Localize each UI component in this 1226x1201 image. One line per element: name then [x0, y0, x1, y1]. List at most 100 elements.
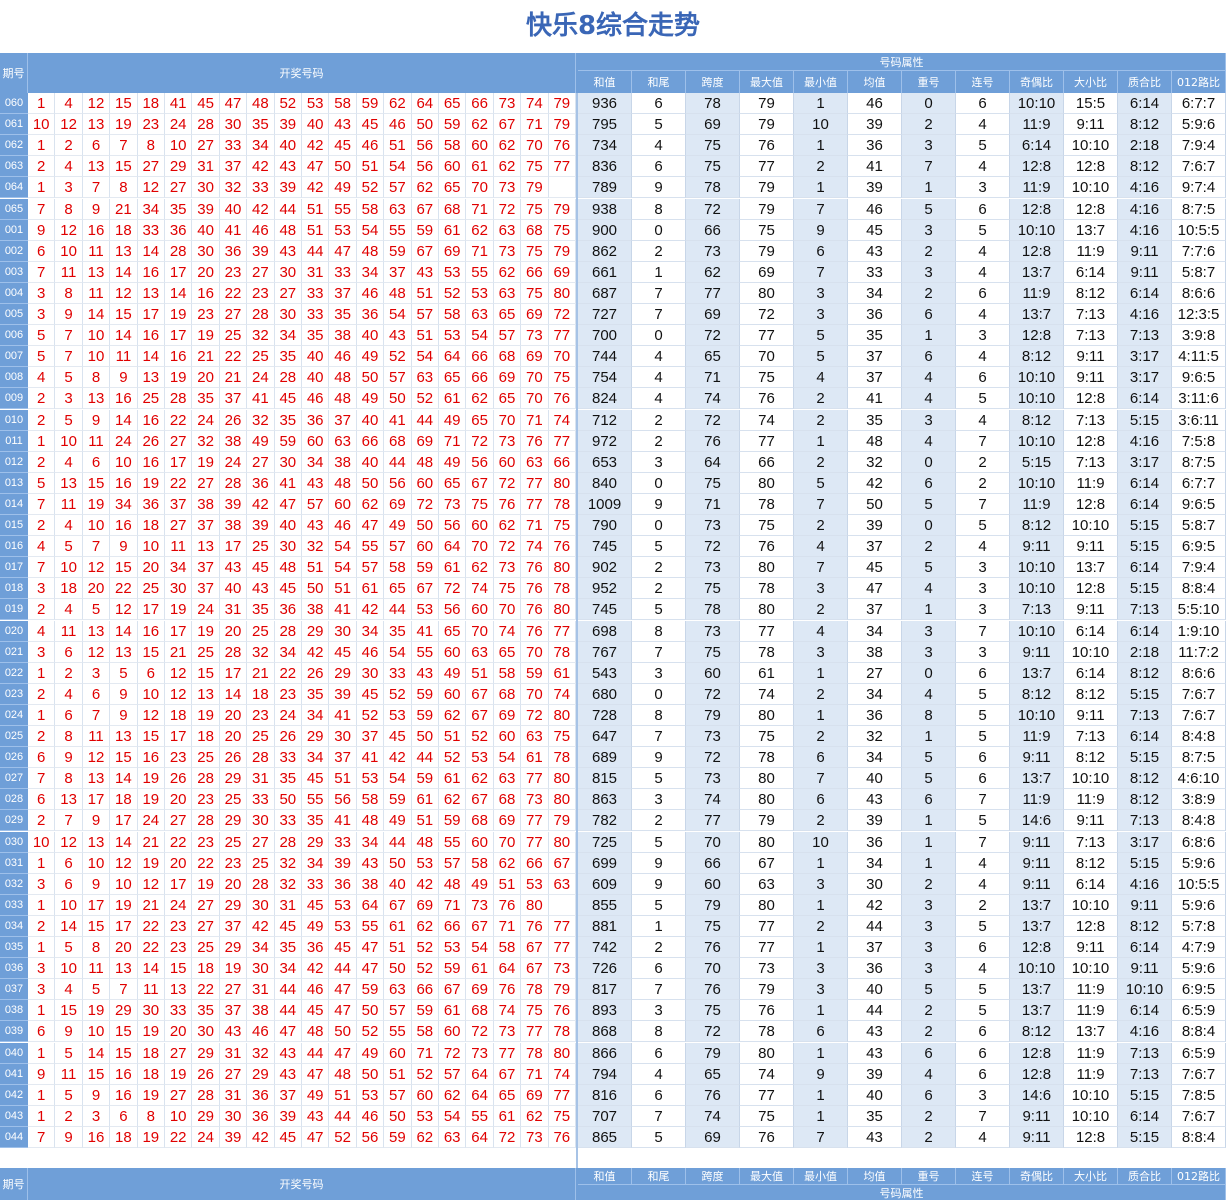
- attr-value: 10:10: [1010, 620, 1064, 642]
- drawn-number: 70: [521, 641, 549, 663]
- drawn-number: 60: [439, 683, 467, 705]
- drawn-number: 73: [493, 557, 522, 579]
- drawn-number: 42: [247, 198, 275, 220]
- drawn-number: 13: [137, 282, 165, 304]
- attr-value: 6: [632, 156, 686, 178]
- drawn-number: 3: [82, 1105, 111, 1127]
- drawn-number: 10: [110, 873, 138, 895]
- attr-value: 4: [794, 367, 848, 389]
- table-row: 031 1 6 10 12 19 20 22 23 25 32 34 39 43 50 53 57 58 62 66 6…: [0, 852, 1226, 874]
- drawn-number: 18: [137, 1042, 165, 1064]
- drawn-number: 68: [439, 198, 467, 220]
- attr-value: 3: [902, 915, 956, 937]
- drawn-number: 55: [302, 789, 330, 811]
- drawn-number: 19: [137, 768, 165, 790]
- drawn-number: 76: [493, 894, 522, 916]
- drawn-number: 45: [247, 557, 275, 579]
- table-row: 011 1 10 11 24 26 27 32 38 49 59 60 63 66 68 69 71 72 73 76…: [0, 430, 1226, 452]
- attr-value: 73: [686, 557, 740, 579]
- attr-value: 8:4:8: [1172, 726, 1226, 747]
- drawn-number: 57: [384, 367, 412, 389]
- drawn-number: 18: [137, 1063, 165, 1085]
- attr-value: 43: [848, 240, 902, 262]
- drawn-number: 30: [247, 894, 275, 916]
- attr-value: 6:9:5: [1172, 979, 1226, 1001]
- attr-value: 39: [848, 177, 902, 199]
- drawn-number: 55: [411, 641, 439, 663]
- attr-value: 789: [578, 177, 632, 199]
- drawn-number: 40: [192, 219, 220, 241]
- drawn-number: 6: [28, 747, 56, 769]
- drawn-number: 23: [192, 789, 220, 811]
- drawn-number: 34: [302, 704, 330, 726]
- drawn-number: 14: [110, 325, 138, 347]
- attr-value: 5:15: [1118, 683, 1172, 705]
- drawn-number: 67: [466, 472, 494, 494]
- drawn-number: 19: [192, 451, 220, 473]
- drawn-number: 36: [219, 240, 248, 262]
- drawn-number: 13: [82, 768, 111, 790]
- drawn-number: 6: [82, 683, 111, 705]
- attr-value: 9:11: [1010, 831, 1064, 853]
- drawn-number: 61: [439, 388, 467, 410]
- drawn-number: 34: [356, 831, 385, 853]
- drawn-number: 33: [165, 1000, 193, 1022]
- drawn-number: 30: [192, 240, 220, 262]
- drawn-number: 27: [247, 261, 275, 283]
- drawn-number: 33: [329, 261, 357, 283]
- footer-attr-8: 奇偶比: [1010, 1168, 1064, 1184]
- attr-value: 5: [956, 979, 1010, 1001]
- attr-value: 3: [956, 1084, 1010, 1106]
- drawn-number: 26: [274, 726, 302, 747]
- drawn-number: 36: [302, 409, 330, 431]
- attr-value: 75: [686, 472, 740, 494]
- attr-value: 41: [848, 156, 902, 178]
- attr-value: 44: [848, 1000, 902, 1022]
- drawn-number: 24: [110, 430, 138, 452]
- drawn-number: 37: [329, 747, 357, 769]
- drawn-number: 24: [192, 1126, 220, 1148]
- drawn-number: 62: [521, 1105, 549, 1127]
- attr-value: 1: [794, 135, 848, 157]
- attr-value: 2: [956, 894, 1010, 916]
- attr-value: 0: [902, 662, 956, 684]
- drawn-number: 52: [384, 683, 412, 705]
- drawn-number: 19: [165, 304, 193, 325]
- attr-value: 10:10: [1010, 388, 1064, 410]
- attr-value: 80: [740, 599, 794, 621]
- drawn-number: 49: [329, 177, 357, 199]
- drawn-number: 49: [439, 409, 467, 431]
- drawn-number: 4: [28, 367, 56, 389]
- drawn-number: 18: [110, 219, 138, 241]
- drawn-number: 54: [439, 1105, 467, 1127]
- drawn-number: 52: [356, 1021, 385, 1043]
- drawn-number: 20: [165, 852, 193, 874]
- drawn-number: 20: [165, 1021, 193, 1043]
- drawn-number: 60: [493, 726, 522, 747]
- drawn-number: 69: [411, 894, 439, 916]
- drawn-number: 66: [466, 346, 494, 368]
- table-row: 006 5 7 10 14 16 17 19 25 32 34 35 38 40 43 51 53 54 57 73 7…: [0, 325, 1226, 347]
- attr-value: 69: [740, 261, 794, 283]
- attr-value: 7: [632, 304, 686, 325]
- drawn-number: 70: [548, 346, 576, 368]
- attr-value: 2: [632, 409, 686, 431]
- drawn-number: 46: [356, 282, 385, 304]
- drawn-number: 58: [329, 93, 357, 114]
- drawn-number: 54: [329, 536, 357, 558]
- attr-value: 6: [794, 747, 848, 769]
- attr-value: 700: [578, 325, 632, 347]
- attr-value: 815: [578, 768, 632, 790]
- period-cell: 018: [0, 578, 28, 600]
- drawn-number: 39: [274, 1105, 302, 1127]
- attr-value: 5:9:6: [1172, 958, 1226, 980]
- drawn-number: 25: [247, 620, 275, 642]
- drawn-number: 63: [466, 641, 494, 663]
- attr-value: 74: [740, 683, 794, 705]
- drawn-number: 73: [493, 93, 522, 114]
- attr-value: 77: [740, 156, 794, 178]
- drawn-number: 38: [219, 515, 248, 536]
- drawn-number: 23: [219, 852, 248, 874]
- drawn-number: 55: [329, 198, 357, 220]
- drawn-number: 7: [110, 979, 138, 1001]
